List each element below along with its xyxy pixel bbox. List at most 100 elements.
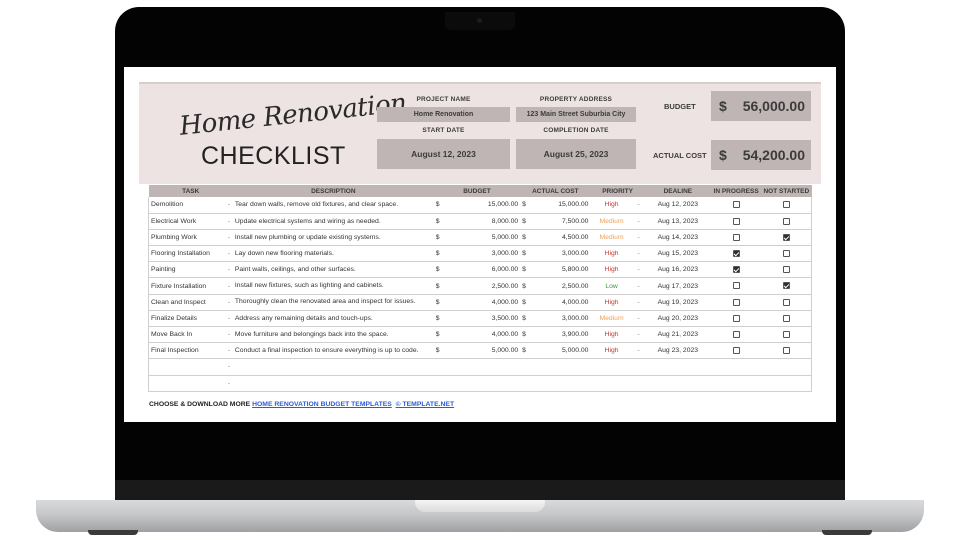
actual-cost-cell[interactable] — [530, 375, 591, 392]
description-cell[interactable]: Thoroughly clean the renovated area and … — [232, 294, 434, 311]
template-net-link[interactable]: © TEMPLATE.NET — [396, 401, 455, 408]
not-started-checkbox[interactable] — [782, 282, 790, 290]
actual-cost-cell[interactable] — [530, 358, 591, 376]
priority-cell[interactable]: Medium — [590, 229, 633, 247]
task-cell[interactable]: Flooring Installation — [147, 245, 225, 263]
task-dropdown-icon[interactable]: - — [224, 326, 233, 344]
budget-cell[interactable]: 4,000.00 — [443, 294, 521, 311]
deadline-cell[interactable]: Aug 23, 2023 — [644, 342, 711, 360]
description-cell[interactable]: Lay down new flooring materials. — [232, 245, 434, 263]
priority-dropdown-icon[interactable]: - — [632, 213, 645, 230]
task-dropdown-icon[interactable]: - — [224, 294, 233, 311]
task-dropdown-icon[interactable]: - — [224, 245, 233, 263]
budget-cell[interactable]: 2,500.00 — [443, 277, 521, 295]
deadline-cell[interactable]: Aug 16, 2023 — [644, 261, 711, 279]
project-name-field[interactable]: Home Renovation — [377, 107, 510, 122]
actual-cost-cell[interactable]: 2,500.00 — [530, 277, 591, 295]
description-cell[interactable] — [232, 358, 434, 376]
completion-date-field[interactable]: August 25, 2023 — [516, 139, 636, 169]
start-date-field[interactable]: August 12, 2023 — [377, 139, 510, 169]
actual-cost-cell[interactable]: 5,000.00 — [530, 342, 591, 360]
task-cell[interactable]: Painting — [147, 261, 225, 279]
not-started-checkbox[interactable] — [782, 330, 790, 338]
deadline-cell[interactable]: Aug 13, 2023 — [644, 213, 711, 230]
task-dropdown-icon[interactable]: - — [224, 213, 233, 230]
not-started-checkbox[interactable] — [782, 266, 790, 274]
not-started-checkbox[interactable] — [782, 233, 790, 241]
budget-cell[interactable]: 8,000.00 — [443, 213, 521, 230]
priority-cell[interactable]: Medium — [590, 213, 633, 230]
actual-cost-cell[interactable]: 3,000.00 — [530, 245, 591, 263]
budget-cell[interactable]: 6,000.00 — [443, 261, 521, 279]
in-progress-checkbox[interactable] — [732, 330, 740, 338]
priority-cell[interactable] — [590, 375, 633, 392]
actual-cost-cell[interactable]: 3,000.00 — [530, 310, 591, 328]
in-progress-checkbox[interactable] — [732, 347, 740, 355]
priority-dropdown-icon[interactable]: - — [632, 277, 645, 295]
task-dropdown-icon[interactable]: - — [224, 310, 233, 328]
task-cell[interactable]: Finalize Details — [147, 310, 225, 328]
budget-cell[interactable]: 15,000.00 — [443, 197, 521, 214]
budget-total-field[interactable]: $ 56,000.00 — [711, 91, 811, 121]
task-dropdown-icon[interactable]: - — [224, 342, 233, 360]
deadline-cell[interactable]: Aug 21, 2023 — [644, 326, 711, 344]
property-address-field[interactable]: 123 Main Street Suburbia City — [516, 107, 636, 122]
priority-dropdown-icon[interactable]: - — [632, 245, 645, 263]
actual-cost-cell[interactable]: 7,500.00 — [530, 213, 591, 230]
task-dropdown-icon[interactable]: - — [224, 197, 233, 214]
actual-cost-cell[interactable]: 4,500.00 — [530, 229, 591, 247]
description-cell[interactable]: Tear down walls, remove old fixtures, an… — [232, 197, 434, 214]
budget-cell[interactable]: 3,000.00 — [443, 245, 521, 263]
deadline-cell[interactable]: Aug 12, 2023 — [644, 197, 711, 214]
budget-cell[interactable]: 3,500.00 — [443, 310, 521, 328]
actual-cost-cell[interactable]: 5,800.00 — [530, 261, 591, 279]
task-cell[interactable]: Clean and Inspect — [147, 294, 225, 311]
not-started-checkbox[interactable] — [782, 250, 790, 257]
task-dropdown-icon[interactable]: - — [224, 358, 233, 376]
deadline-cell[interactable]: Aug 20, 2023 — [644, 310, 711, 328]
priority-cell[interactable]: High — [590, 197, 633, 214]
actual-cost-cell[interactable]: 4,000.00 — [530, 294, 591, 311]
priority-dropdown-icon[interactable] — [632, 375, 645, 392]
priority-dropdown-icon[interactable]: - — [632, 261, 645, 279]
actual-cost-total-field[interactable]: $ 54,200.00 — [711, 140, 811, 170]
deadline-cell[interactable]: Aug 19, 2023 — [644, 294, 711, 311]
priority-dropdown-icon[interactable]: - — [632, 197, 645, 214]
not-started-checkbox[interactable] — [782, 217, 790, 225]
task-dropdown-icon[interactable]: - — [224, 277, 233, 295]
budget-cell[interactable] — [443, 358, 521, 376]
in-progress-checkbox[interactable] — [732, 266, 740, 274]
priority-dropdown-icon[interactable] — [632, 358, 645, 376]
task-cell[interactable] — [147, 375, 225, 392]
task-cell[interactable]: Move Back In — [147, 326, 225, 344]
task-cell[interactable]: Fixture Installation — [147, 277, 225, 295]
task-cell[interactable]: Demolition — [147, 197, 225, 214]
not-started-checkbox[interactable] — [782, 347, 790, 355]
task-dropdown-icon[interactable]: - — [224, 375, 233, 392]
task-cell[interactable]: Electrical Work — [147, 213, 225, 230]
not-started-checkbox[interactable] — [782, 201, 790, 209]
budget-cell[interactable]: 5,000.00 — [443, 229, 521, 247]
priority-cell[interactable]: Low — [590, 277, 633, 295]
description-cell[interactable]: Conduct a final inspection to ensure eve… — [232, 342, 434, 360]
priority-cell[interactable] — [590, 358, 633, 376]
priority-dropdown-icon[interactable]: - — [632, 326, 645, 344]
deadline-cell[interactable]: Aug 14, 2023 — [644, 229, 711, 247]
deadline-cell[interactable] — [644, 358, 711, 376]
actual-cost-cell[interactable]: 15,000.00 — [530, 197, 591, 214]
priority-cell[interactable]: High — [590, 245, 633, 263]
task-dropdown-icon[interactable]: - — [224, 229, 233, 247]
in-progress-checkbox[interactable] — [732, 217, 740, 225]
description-cell[interactable] — [232, 375, 434, 392]
priority-cell[interactable]: High — [590, 261, 633, 279]
in-progress-checkbox[interactable] — [732, 314, 740, 322]
actual-cost-cell[interactable]: 3,900.00 — [530, 326, 591, 344]
priority-cell[interactable]: High — [590, 342, 633, 360]
task-cell[interactable]: Plumbing Work — [147, 229, 225, 247]
priority-dropdown-icon[interactable]: - — [632, 310, 645, 328]
in-progress-checkbox[interactable] — [732, 298, 740, 306]
in-progress-checkbox[interactable] — [732, 201, 740, 209]
budget-cell[interactable]: 5,000.00 — [443, 342, 521, 360]
task-dropdown-icon[interactable]: - — [224, 261, 233, 279]
priority-dropdown-icon[interactable]: - — [632, 294, 645, 311]
